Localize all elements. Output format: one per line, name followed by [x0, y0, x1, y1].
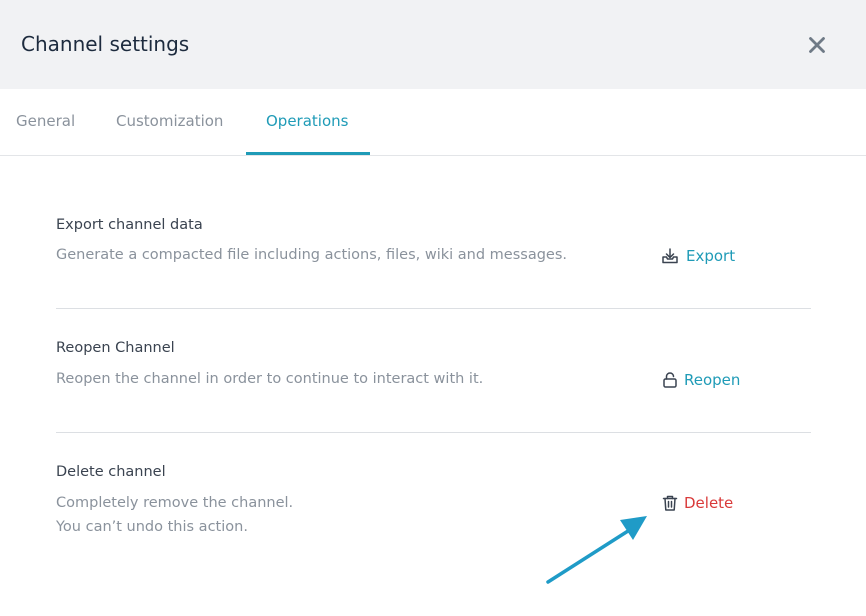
reopen-label: Reopen [684, 371, 741, 389]
channel-settings-modal: Channel settings General Customization O… [0, 0, 866, 616]
tab-customization[interactable]: Customization [116, 89, 223, 155]
unlock-icon [660, 370, 680, 390]
modal-header: Channel settings [0, 0, 866, 89]
close-icon [809, 37, 825, 53]
delete-title: Delete channel [56, 464, 166, 480]
export-title: Export channel data [56, 217, 203, 233]
delete-description-line2: You can’t undo this action. [56, 519, 248, 535]
modal-title: Channel settings [21, 32, 190, 56]
tab-operations[interactable]: Operations [266, 89, 348, 155]
active-tab-indicator [246, 152, 370, 155]
delete-button[interactable]: Delete [660, 493, 733, 513]
tab-general[interactable]: General [16, 89, 75, 155]
annotation-arrow-icon [546, 516, 647, 584]
close-button[interactable] [803, 31, 831, 59]
tab-bar: General Customization Operations [0, 89, 866, 156]
export-label: Export [686, 247, 736, 265]
trash-icon [660, 493, 680, 513]
reopen-button[interactable]: Reopen [660, 370, 740, 390]
reopen-title: Reopen Channel [56, 340, 175, 356]
export-button[interactable]: Export [660, 246, 735, 266]
section-divider [56, 432, 811, 433]
section-divider [56, 308, 811, 309]
download-tray-icon [660, 246, 680, 266]
delete-label: Delete [684, 494, 734, 512]
